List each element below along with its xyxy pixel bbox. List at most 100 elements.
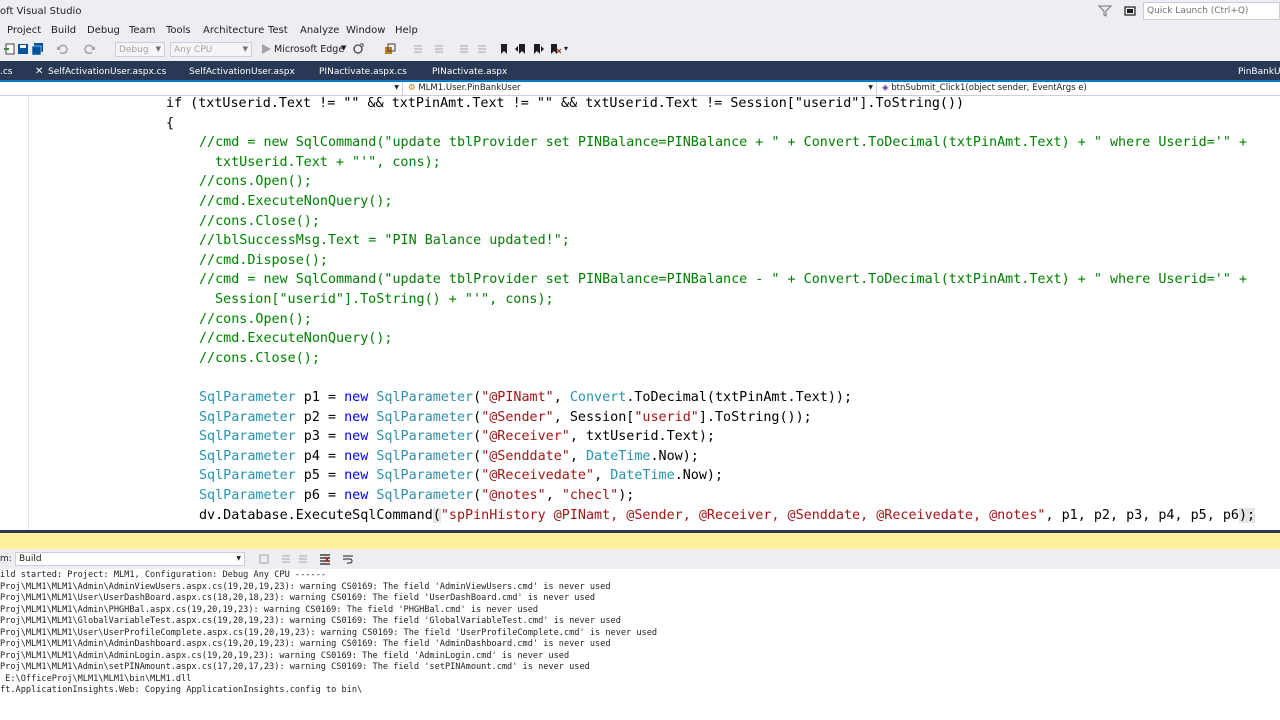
- output-line: ild started: Project: MLM1, Configuratio…: [0, 570, 326, 580]
- menu-project[interactable]: Project: [7, 25, 41, 36]
- code-token: (: [432, 507, 441, 523]
- code-token: , p1, p2, p3, p4, p5, p6: [1045, 507, 1239, 523]
- code-token: SqlParameter: [376, 488, 474, 503]
- code-token: new: [344, 409, 369, 425]
- menu-debug[interactable]: Debug: [87, 25, 120, 36]
- code-token: p2 =: [295, 409, 345, 425]
- member-dropdown[interactable]: ◈ btnSubmit_Click1(object sender, EventA…: [879, 82, 1280, 95]
- new-project-icon[interactable]: [4, 43, 16, 55]
- chevron-down-icon: ▼: [242, 45, 248, 53]
- show-output-from-select[interactable]: Build ▼: [15, 552, 245, 566]
- code-token: "spPinHistory @PINamt, @Sender, @Receive…: [440, 507, 1046, 523]
- code-line: //cmd.ExecuteNonQuery();: [199, 194, 392, 210]
- next-message-icon[interactable]: [297, 553, 309, 565]
- browser-link-icon[interactable]: [384, 43, 396, 55]
- code-editor[interactable]: if (txtUserid.Text != "" && txtPinAmt.Te…: [0, 96, 1280, 530]
- code-line: if (txtUserid.Text != "" && txtPinAmt.Te…: [166, 96, 964, 112]
- refresh-icon[interactable]: [352, 43, 364, 55]
- code-token: (: [473, 390, 482, 405]
- code-token: //cons.Close();: [199, 350, 320, 366]
- code-token: .Now);: [674, 468, 724, 484]
- bookmark-icon[interactable]: [498, 43, 510, 55]
- menu-tools[interactable]: Tools: [166, 25, 191, 36]
- configuration-value: Debug: [119, 45, 149, 55]
- output-line: Proj\MLM1\MLM1\GlobalVariableTest.aspx.c…: [0, 616, 621, 626]
- tab-selfactivationuser-aspx-cs[interactable]: SelfActivationUser.aspx.cs: [48, 61, 188, 82]
- menu-team[interactable]: Team: [129, 25, 155, 36]
- project-dropdown[interactable]: ▼: [0, 82, 403, 95]
- next-bookmark-icon[interactable]: [532, 43, 544, 55]
- platform-select[interactable]: Any CPU ▼: [170, 42, 252, 57]
- code-token: "userid": [634, 409, 699, 425]
- clear-bookmarks-icon[interactable]: [549, 43, 561, 55]
- code-token: {: [166, 115, 175, 131]
- tab-label: PINactivate.aspx.cs: [319, 67, 407, 77]
- code-token: p3 =: [295, 429, 345, 445]
- redo-icon[interactable]: [84, 43, 96, 55]
- code-token: new: [344, 448, 369, 464]
- output-pane-header: [0, 533, 1280, 549]
- editor-margin: [28, 96, 29, 530]
- code-token: SqlParameter: [199, 468, 296, 484]
- code-token: (: [473, 468, 482, 484]
- clear-all-icon[interactable]: [319, 553, 331, 565]
- code-token: (: [473, 429, 482, 445]
- code-token: (: [473, 488, 482, 503]
- output-line: Proj\MLM1\MLM1\User\UserDashBoard.aspx.c…: [0, 593, 595, 603]
- tab-pinactivate-aspx-cs[interactable]: PINactivate.aspx.cs: [319, 61, 427, 82]
- tab-pinactivate-aspx[interactable]: PINactivate.aspx: [432, 61, 522, 82]
- code-token: SqlParameter: [376, 409, 474, 425]
- run-target-button[interactable]: Microsoft Edge: [274, 44, 344, 55]
- toolbar-options-icon[interactable]: ▾: [564, 44, 568, 53]
- tab-selfactivationuser-aspx[interactable]: SelfActivationUser.aspx: [189, 61, 314, 82]
- step-over-icon[interactable]: [433, 43, 445, 55]
- menu-build[interactable]: Build: [51, 25, 76, 36]
- standard-toolbar: Debug ▼ Any CPU ▼ Microsoft Edge ▼ ▾: [0, 40, 1280, 60]
- start-debug-icon[interactable]: [260, 43, 272, 55]
- code-line: //cmd = new SqlCommand("update tblProvid…: [199, 135, 1247, 151]
- code-token: (: [473, 448, 482, 464]
- menu-analyze[interactable]: Analyze: [300, 25, 339, 36]
- output-line: Proj\MLM1\MLM1\Admin\AdminDashboard.aspx…: [0, 639, 611, 649]
- menu-help[interactable]: Help: [395, 25, 418, 36]
- show-output-from-value: Build: [19, 554, 42, 564]
- chevron-down-icon[interactable]: ▼: [341, 44, 346, 52]
- member-dropdown-value: btnSubmit_Click1(object sender, EventArg…: [891, 83, 1087, 93]
- menu-window[interactable]: Window: [346, 25, 385, 36]
- configuration-select[interactable]: Debug ▼: [115, 42, 165, 57]
- find-message-icon[interactable]: [258, 553, 270, 565]
- menu-architecture[interactable]: Architecture: [203, 25, 264, 36]
- undo-icon[interactable]: [56, 43, 68, 55]
- word-wrap-icon[interactable]: [342, 553, 354, 565]
- filter-icon[interactable]: [1098, 4, 1112, 18]
- quick-launch-input[interactable]: Quick Launch (Ctrl+Q): [1143, 2, 1280, 20]
- class-dropdown[interactable]: ⚙ MLM1.User.PinBankUser ▼: [405, 82, 877, 95]
- step-icon[interactable]: [412, 43, 424, 55]
- output-line: Proj\MLM1\MLM1\Admin\setPINAmount.aspx.c…: [0, 662, 590, 672]
- code-token: (: [473, 409, 482, 425]
- code-token: ,: [594, 468, 611, 484]
- tab-pinbankuser[interactable]: PinBankU: [1238, 61, 1280, 82]
- save-icon[interactable]: [17, 43, 29, 55]
- code-token: //lblSuccessMsg.Text = "PIN Balance upda…: [199, 233, 570, 249]
- save-all-icon[interactable]: [32, 43, 44, 55]
- document-tab-strip: .cs ✕ SelfActivationUser.aspx.cs SelfAct…: [0, 61, 1280, 82]
- code-line: dv.Database.ExecuteSqlCommand("spPinHist…: [199, 507, 1256, 524]
- tab-partial-cs[interactable]: .cs: [0, 61, 32, 82]
- tab-label: PINactivate.aspx: [432, 67, 508, 77]
- menu-test[interactable]: Test: [268, 25, 288, 36]
- output-text-area[interactable]: ild started: Project: MLM1, Configuratio…: [0, 569, 1280, 720]
- code-token: , Session[: [553, 409, 635, 425]
- navigation-bar: ▼ ⚙ MLM1.User.PinBankUser ▼ ◈ btnSubmit_C…: [0, 82, 1280, 96]
- code-token: "@notes": [481, 488, 546, 503]
- code-token: SqlParameter: [376, 429, 474, 445]
- code-token: new: [344, 468, 369, 484]
- previous-bookmark-icon[interactable]: [515, 43, 527, 55]
- code-line: SqlParameter p3 = new SqlParameter("@Rec…: [199, 429, 715, 445]
- notifications-icon[interactable]: [1123, 4, 1137, 18]
- class-icon: ⚙: [408, 83, 416, 93]
- previous-message-icon[interactable]: [280, 553, 292, 565]
- code-token: //cmd.Dispose();: [199, 252, 328, 268]
- comment-icon[interactable]: [458, 43, 470, 55]
- uncomment-icon[interactable]: [476, 43, 488, 55]
